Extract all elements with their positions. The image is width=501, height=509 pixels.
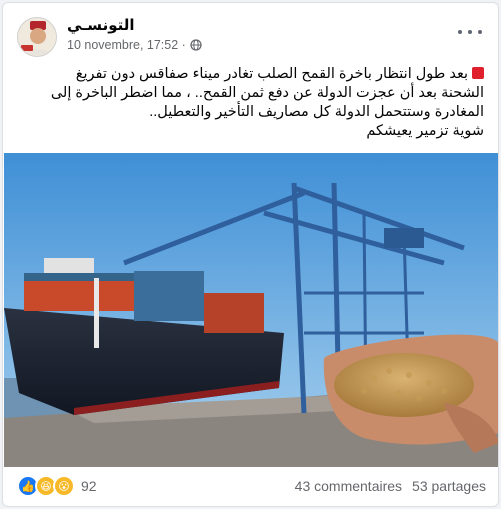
reaction-icons: 👍 😆 😮 xyxy=(17,475,75,497)
post-card: التونسـي 10 novembre, 17:52 · بعد طول ان… xyxy=(2,2,499,507)
dot-icon xyxy=(468,30,472,34)
post-text-line: الشحنة بعد أن عجزت الدولة عن دفع ثمن الق… xyxy=(50,85,484,101)
post-text-line: شوية تزمير يعيشكم xyxy=(366,123,484,139)
post-text: بعد طول انتظار باخرة القمح الصلب تغادر م… xyxy=(19,65,484,141)
post-meta: 10 novembre, 17:52 · xyxy=(67,38,202,52)
post-text-line: بعد طول انتظار باخرة القمح الصلب تغادر م… xyxy=(19,65,484,84)
dot-icon xyxy=(458,30,462,34)
post-text-line: المغادرة وستتحمل الدولة كل مصاريف التأخي… xyxy=(149,104,484,120)
post-footer: 👍 😆 😮 92 43 commentaires 53 partages xyxy=(17,473,486,499)
post-stats: 43 commentaires 53 partages xyxy=(295,478,486,494)
post-image[interactable] xyxy=(4,153,498,467)
author-name[interactable]: التونسـي xyxy=(67,16,135,34)
comments-count[interactable]: 43 commentaires xyxy=(295,478,402,494)
cargo-ship-wheat-photo xyxy=(4,153,498,467)
globe-icon xyxy=(190,39,202,51)
dot-icon xyxy=(478,30,482,34)
post-timestamp[interactable]: 10 novembre, 17:52 · xyxy=(67,38,186,52)
reactions-summary[interactable]: 👍 😆 😮 92 xyxy=(17,475,97,497)
author-avatar[interactable] xyxy=(17,17,57,57)
wow-icon: 😮 xyxy=(53,475,75,497)
red-square-icon xyxy=(472,67,484,79)
shares-count[interactable]: 53 partages xyxy=(412,478,486,494)
avatar-portrait-icon xyxy=(18,18,56,56)
more-options-button[interactable] xyxy=(458,25,482,39)
reaction-count[interactable]: 92 xyxy=(81,478,97,494)
